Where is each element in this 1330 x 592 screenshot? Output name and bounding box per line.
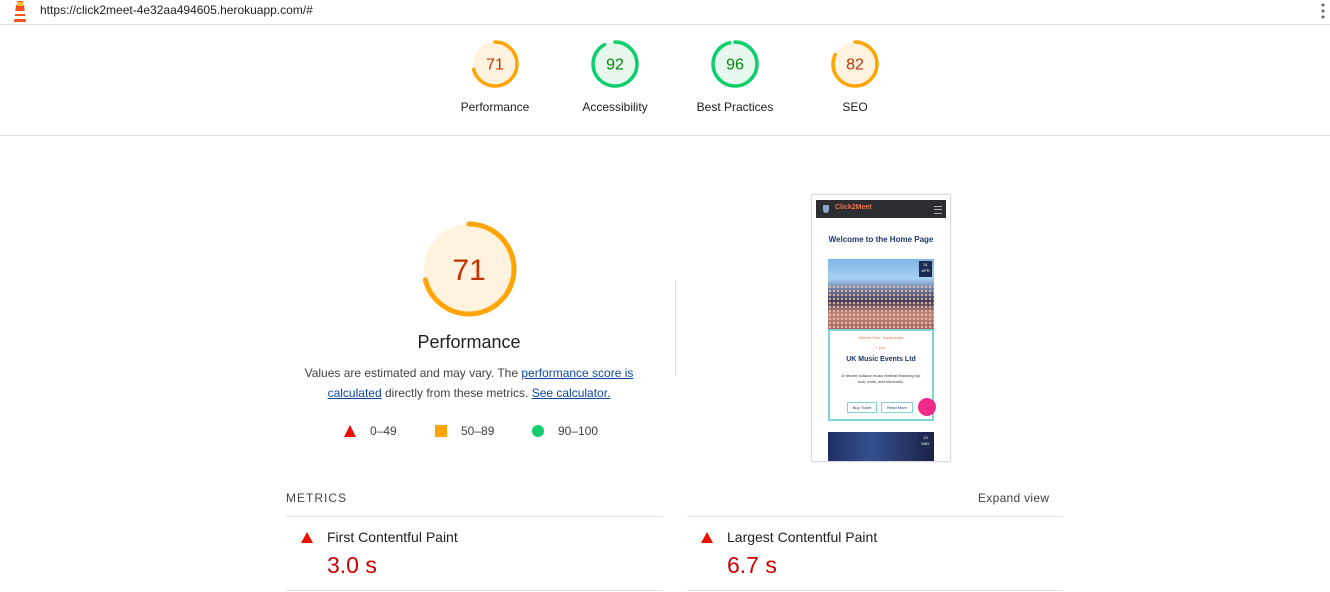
see-calculator-link[interactable]: See calculator.	[532, 386, 611, 400]
gauge-value: 92	[606, 57, 624, 74]
score-gauge-icon: 82	[831, 40, 879, 88]
festival-image: 31 APR	[828, 259, 934, 329]
screenshot-navbar: Click2Meet	[816, 200, 946, 218]
browser-bar: https://click2meet-4e32aa494605.herokuap…	[0, 0, 1330, 25]
performance-title: Performance	[417, 332, 521, 352]
legend-range: 50–89	[461, 424, 495, 438]
event-time: 7 p.m.	[875, 345, 887, 350]
performance-score-value: 71	[452, 254, 485, 287]
divider	[286, 590, 663, 591]
event-image: 13 MAY	[828, 432, 934, 461]
gauge-label: Accessibility	[582, 100, 648, 114]
gauge-accessibility[interactable]: 92 Accessibility	[555, 39, 675, 114]
performance-score-gauge: 71	[421, 221, 517, 317]
square-icon	[435, 425, 447, 437]
divider	[687, 516, 1063, 517]
hamburger-icon	[934, 206, 942, 214]
date-badge: 31 APR	[919, 261, 932, 277]
score-summary: 71 Performance 92 Accessibility 96 Best …	[0, 25, 1330, 136]
metric-name: First Contentful Paint	[327, 529, 458, 545]
divider	[286, 516, 663, 517]
metric-name: Largest Contentful Paint	[727, 529, 878, 545]
lighthouse-icon	[14, 1, 26, 22]
event-card: Heaton Park, Manchester 7 p.m. UK Music …	[828, 329, 936, 421]
metrics-header: METRICS	[286, 491, 347, 505]
screenshot-heading: Welcome to the Home Page	[828, 235, 934, 244]
gauge-value: 96	[726, 57, 744, 74]
page-url[interactable]: https://click2meet-4e32aa494605.herokuap…	[40, 3, 313, 17]
triangle-icon	[344, 425, 356, 437]
buy-ticket-button: Buy Ticket	[847, 402, 877, 413]
description-text: Values are estimated and may vary. The	[304, 366, 522, 380]
shield-icon	[823, 205, 829, 213]
gauge-label: Performance	[460, 100, 530, 114]
legend-range: 0–49	[370, 424, 397, 438]
gauge-performance[interactable]: 71 Performance	[435, 39, 555, 114]
divider	[687, 590, 1063, 591]
performance-description: Values are estimated and may vary. The p…	[298, 363, 640, 403]
gauge-label: Best Practices	[696, 100, 774, 114]
screenshot-brand: Click2Meet	[835, 204, 872, 211]
score-gauge-icon: 96	[711, 40, 759, 88]
event-location: Heaton Park, Manchester	[858, 335, 904, 340]
date-badge: 13 MAY	[919, 434, 932, 450]
gauge-seo[interactable]: 82 SEO	[795, 39, 915, 114]
gauge-value: 82	[846, 57, 864, 74]
expand-view-toggle[interactable]: Expand view	[978, 491, 1049, 505]
divider	[675, 280, 676, 376]
event-organizer: UK Music Events Ltd	[846, 356, 916, 363]
score-gauge-icon: 92	[591, 40, 639, 88]
gauge-best-practices[interactable]: 96 Best Practices	[675, 39, 795, 114]
fail-triangle-icon	[301, 532, 313, 543]
gauge-label: SEO	[842, 100, 868, 114]
read-more-button: Read More	[881, 402, 913, 413]
legend-range: 90–100	[558, 424, 599, 438]
fail-triangle-icon	[701, 532, 713, 543]
circle-icon	[532, 425, 544, 437]
event-blurb: A vibrant outdoor music festival featuri…	[841, 373, 921, 384]
kebab-menu-icon[interactable]	[1320, 2, 1326, 20]
description-text: directly from these metrics.	[381, 386, 532, 400]
page-screenshot[interactable]: Click2Meet Welcome to the Home Page 31 A…	[811, 194, 951, 462]
metric-value: 3.0 s	[327, 552, 377, 578]
metric-value: 6.7 s	[727, 552, 777, 578]
floating-action-button	[918, 398, 936, 416]
gauge-value: 71	[486, 57, 504, 74]
score-gauge-icon: 71	[471, 40, 519, 88]
